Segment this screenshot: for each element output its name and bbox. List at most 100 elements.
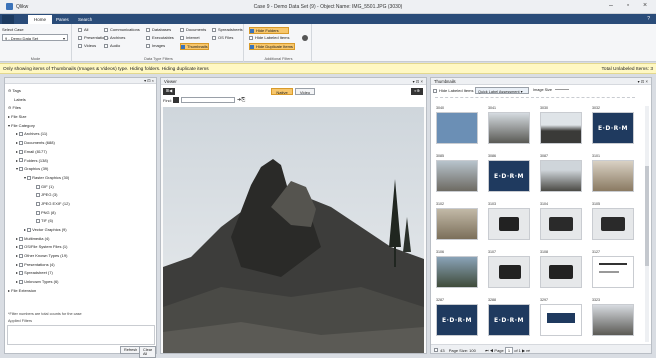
filter-images[interactable]: Images (146, 43, 174, 48)
settings-gear-icon[interactable] (302, 35, 308, 41)
thumbnail-item[interactable]: 3127 (591, 250, 635, 293)
filter-communications[interactable]: Communications (104, 27, 140, 32)
video-button[interactable]: Video (295, 88, 315, 95)
edrm-logo-icon: E·D·R·M (488, 160, 530, 192)
thumbnail-item[interactable]: 3086 E·D·R·M (487, 154, 531, 197)
thumbnails-scrollbar[interactable] (645, 106, 649, 342)
page-size-select[interactable]: Page Size: 100 (449, 348, 476, 353)
tree-item[interactable]: JPEG (3) (8, 192, 156, 201)
tree-item[interactable]: GIF (1) (8, 184, 156, 193)
filter-info-text: Only showing items of Thumbnails (Images… (3, 67, 209, 72)
next-page-icon[interactable]: ▶ (522, 348, 525, 353)
tree-item[interactable]: ▸ Vector Graphics (9) (8, 227, 156, 236)
last-page-icon[interactable]: ⏭ (526, 348, 530, 353)
tree-item-files[interactable]: ⊖ Files (8, 105, 156, 114)
clear-all-button[interactable]: Clear All (139, 346, 157, 358)
thumbnail-item[interactable]: 3030 (539, 106, 583, 149)
checkbox-icon (27, 227, 32, 232)
tree-item-file-category[interactable]: ▾ File Category (8, 123, 156, 132)
thumbnail-item[interactable]: 3103 (487, 202, 531, 245)
checkbox-icon[interactable] (434, 348, 438, 352)
thumbnail-item[interactable]: 3087 (539, 154, 583, 197)
checkbox-checked-icon (181, 44, 185, 49)
tree-item-labels[interactable]: Labels (8, 97, 156, 106)
help-icon[interactable]: ? (647, 16, 650, 22)
prev-page-icon[interactable]: ◀ (490, 348, 494, 353)
hide-labeled-items-button[interactable]: Hide Labeled Items (249, 35, 289, 40)
filter-os-files[interactable]: OS Files (212, 35, 243, 40)
tree-item[interactable]: ▾ Raster Graphics (30) (8, 175, 156, 184)
thumbnail-item[interactable]: 3108 (539, 250, 583, 293)
viewer-nav-icon[interactable]: ⊞◀ (163, 88, 175, 95)
find-options-icon[interactable] (173, 97, 179, 103)
tree-item[interactable]: ▸ Email (8177) (8, 149, 156, 158)
tree-item[interactable]: ▾ Graphics (39) (8, 166, 156, 175)
filters-pane-header: ▾ ⊡ × (5, 78, 156, 84)
close-icon[interactable]: × (639, 2, 651, 9)
viewer-zoom-icon[interactable]: ◐⊕ (411, 88, 423, 95)
thumbnail-item[interactable]: 3041 (487, 106, 531, 149)
thumbnail-item[interactable]: 3287 E·D·R·M (435, 298, 479, 341)
tree-item-file-size[interactable]: ▸ File Size (8, 114, 156, 123)
tree-item[interactable]: PNG (8) (8, 210, 156, 219)
filter-thumbnails[interactable]: Thumbnails (180, 43, 209, 50)
pane-controls-icon[interactable]: ▾ ⊡ × (638, 79, 648, 84)
thumbnail-item[interactable]: 3032 E·D·R·M (591, 106, 635, 149)
thumbnail-item[interactable]: 3040 (435, 106, 479, 149)
tab-home[interactable]: Home (28, 15, 53, 24)
file-menu-button[interactable] (2, 15, 14, 24)
filter-audio[interactable]: Audio (104, 43, 140, 48)
maximize-icon[interactable]: ▫ (622, 2, 634, 9)
thumbnail-item[interactable]: 3288 E·D·R·M (487, 298, 531, 341)
tree-item[interactable]: ▸ OS/File System Files (1) (8, 244, 156, 253)
tree-item[interactable]: TIF (6) (8, 218, 156, 227)
filter-spreadsheets[interactable]: Spreadsheets (212, 27, 243, 32)
hide-duplicate-items-button[interactable]: Hide Duplicate Items (249, 43, 295, 50)
tree-item[interactable]: ▸ Presentations (4) (8, 262, 156, 271)
find-input[interactable] (181, 97, 235, 103)
thumbnail-item[interactable]: 3104 (539, 202, 583, 245)
checkbox-icon (146, 27, 150, 32)
thumbnail-item[interactable]: 3106 (435, 250, 479, 293)
thumbnail-item[interactable]: 3101 (591, 154, 635, 197)
filter-databases[interactable]: Databases (146, 27, 174, 32)
minimize-icon[interactable]: – (605, 2, 617, 9)
filter-documents[interactable]: Documents (180, 27, 209, 32)
tree-item[interactable]: ▸ Archives (11) (8, 131, 156, 140)
tree-item[interactable]: ▸ Documents (688) (8, 140, 156, 149)
native-button[interactable]: Native (271, 88, 293, 95)
tree-item[interactable]: ▸ Multimedia (4) (8, 236, 156, 245)
tab-search[interactable]: Search (72, 15, 98, 24)
tree-item[interactable]: ▸ Other Known Types (19) (8, 253, 156, 262)
pane-controls-icon[interactable]: ▾ ⊡ × (144, 78, 154, 83)
thumbnail-item[interactable]: 3085 (435, 154, 479, 197)
thumbnail-item[interactable]: 3105 (591, 202, 635, 245)
tree-item-file-extension[interactable]: ▸ File Extension (8, 288, 156, 297)
thumbnail-image (540, 208, 582, 240)
hide-folders-button[interactable]: Hide Folders (249, 27, 289, 34)
tree-item[interactable]: ▸ Unknown Types (6) (8, 279, 156, 288)
checkbox-icon (249, 35, 253, 40)
tree-item[interactable]: ▸ Spreadsheet (7) (8, 270, 156, 279)
thumbnail-image (592, 256, 634, 288)
case-select[interactable]: 9 - Demo Data Set ▾ (2, 34, 68, 41)
pane-controls-icon[interactable]: ▾ ⊡ × (413, 79, 423, 84)
tree-item[interactable]: ▸ Folders (138) (8, 158, 156, 167)
filter-executables[interactable]: Executables (146, 35, 174, 40)
tree-item-tags[interactable]: ⊖ Tags (8, 88, 156, 97)
tree-item[interactable]: JPEG EXIF (12) (8, 201, 156, 210)
checkbox-icon (78, 43, 82, 48)
checkbox-icon (19, 236, 24, 241)
checkbox-icon (19, 280, 24, 285)
thumbnail-item[interactable]: 3107 (487, 250, 531, 293)
thumbnail-item[interactable]: 3102 (435, 202, 479, 245)
edrm-logo-icon: E·D·R·M (488, 304, 530, 336)
filter-archives[interactable]: Archives (104, 35, 140, 40)
filter-internet[interactable]: Internet (180, 35, 209, 40)
thumbnail-item[interactable]: 3297 (539, 298, 583, 341)
chevron-down-icon: ▾ (62, 36, 65, 41)
thumbnail-item[interactable]: 3323 (591, 298, 635, 341)
first-page-icon[interactable]: ⏮ (485, 348, 489, 353)
page-input[interactable]: 1 (504, 347, 514, 354)
find-next-icon[interactable]: ➜⎘ (237, 97, 245, 103)
